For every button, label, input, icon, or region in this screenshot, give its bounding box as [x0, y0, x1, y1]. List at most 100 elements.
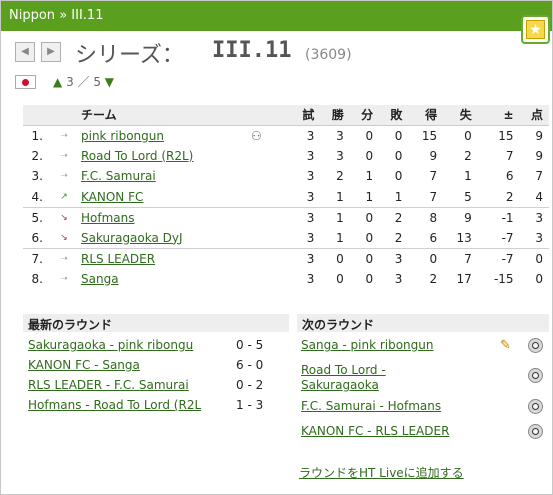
- col-won: 勝: [320, 105, 350, 126]
- draw-cell: 0: [365, 128, 374, 143]
- for-cell: 15: [421, 128, 438, 143]
- latest-match-3[interactable]: RLS LEADER - F.C. Samurai: [28, 378, 189, 392]
- position-cell: 7.: [23, 247, 49, 269]
- col-change: [49, 105, 79, 126]
- position-cell: 8.: [31, 271, 43, 286]
- arrow-down-icon: ↘: [49, 206, 79, 228]
- draw-cell: 0: [365, 148, 374, 163]
- points-cell: 0: [519, 247, 549, 269]
- magnifier-icon[interactable]: [528, 424, 543, 439]
- breadcrumb-country[interactable]: Nippon: [9, 8, 55, 23]
- latest-match-2[interactable]: KANON FC - Sanga: [28, 358, 140, 372]
- favorite-button[interactable]: ★: [521, 15, 550, 44]
- position-cell: 4.: [31, 189, 43, 204]
- breadcrumb-separator: »: [59, 8, 68, 23]
- level-up-icon[interactable]: ▲: [53, 75, 62, 89]
- played-cell: 3: [306, 189, 315, 204]
- col-lost: 敗: [379, 105, 409, 126]
- team-link[interactable]: Sanga: [81, 272, 119, 286]
- next-league-button[interactable]: ▶: [41, 42, 61, 62]
- arrow-right-icon: ➝: [60, 150, 68, 161]
- won-cell: 0: [336, 271, 344, 286]
- level-down-icon[interactable]: ▼: [105, 75, 114, 89]
- team-cell: Sanga: [79, 269, 251, 290]
- add-to-ht-live-link[interactable]: ラウンドをHT Liveに追加する: [299, 464, 464, 481]
- position-cell: 6.: [31, 230, 43, 245]
- against-cell: 17: [456, 271, 472, 286]
- table-row: 3. ➝ F.C. Samurai 3 2 1 0 7 1 6 7: [23, 166, 549, 187]
- col-pts: 点: [519, 105, 549, 126]
- team-cell: RLS LEADER: [79, 247, 251, 269]
- against-cell: 0: [464, 128, 472, 143]
- next-match-2-line2[interactable]: Sakuragaoka: [301, 378, 379, 392]
- for-cell: 2: [429, 271, 438, 286]
- diff-cell: 2: [505, 189, 514, 204]
- next-match-3[interactable]: F.C. Samurai - Hofmans: [301, 399, 441, 413]
- team-link[interactable]: Hofmans: [81, 211, 135, 225]
- league-level: ▲ 3 ／ 5 ▼: [53, 73, 114, 90]
- lost-cell: 0: [394, 169, 403, 184]
- lost-cell: 1: [394, 189, 403, 204]
- next-match-4[interactable]: KANON FC - RLS LEADER: [301, 424, 449, 438]
- table-row: 4. ↗ KANON FC 3 1 1 1 7 5 2 4: [23, 187, 549, 208]
- draw-cell: 0: [349, 247, 380, 269]
- team-cell: KANON FC: [79, 187, 251, 208]
- team-link[interactable]: RLS LEADER: [81, 252, 155, 266]
- lost-cell: 2: [379, 206, 409, 228]
- played-cell: 3: [306, 128, 315, 143]
- pencil-icon[interactable]: ✎: [500, 338, 516, 353]
- diff-cell: -7: [477, 247, 520, 269]
- icon-cell: [251, 146, 291, 167]
- lost-cell: 2: [394, 230, 403, 245]
- latest-match-4[interactable]: Hofmans - Road To Lord (R2L: [28, 398, 201, 412]
- lost-cell: 3: [394, 271, 403, 286]
- arrow-right-icon: ➝: [60, 130, 68, 141]
- won-cell: 1: [336, 230, 344, 245]
- won-cell: 0: [320, 247, 350, 269]
- draw-cell: 1: [365, 189, 374, 204]
- breadcrumb: Nippon » III.11: [1, 1, 552, 31]
- against-cell: 7: [443, 247, 478, 269]
- team-link[interactable]: F.C. Samurai: [81, 169, 156, 183]
- icon-cell: [251, 187, 291, 208]
- breadcrumb-league[interactable]: III.11: [71, 8, 103, 23]
- team-cell: F.C. Samurai: [79, 166, 251, 187]
- latest-match-1[interactable]: Sakuragaoka - pink ribongu: [28, 338, 193, 352]
- position-cell: 2.: [31, 148, 43, 163]
- icon-cell: [251, 228, 291, 249]
- team-link[interactable]: Road To Lord (R2L): [81, 149, 193, 163]
- magnifier-icon[interactable]: [528, 338, 543, 353]
- team-cell: pink ribongun: [79, 125, 251, 146]
- magnifier-icon[interactable]: [528, 368, 543, 383]
- previous-league-button[interactable]: ◀: [15, 42, 35, 62]
- position-cell: 1.: [31, 128, 43, 143]
- latest-score-4: 1 - 3: [236, 398, 264, 412]
- next-round-header: 次のラウンド: [297, 314, 549, 332]
- won-cell: 2: [336, 169, 344, 184]
- points-cell: 4: [535, 189, 543, 204]
- team-link[interactable]: Sakuragaoka DyJ: [81, 231, 183, 245]
- played-cell: 3: [291, 206, 321, 228]
- played-cell: 3: [291, 247, 321, 269]
- table-row: 5. ↘ Hofmans 3 1 0 2 8 9 -1 3: [23, 206, 549, 228]
- team-link[interactable]: pink ribongun: [81, 129, 164, 143]
- for-cell: 6: [429, 230, 438, 245]
- league-panel: Nippon » III.11 ★ ◀ ▶ シリーズ： III.11 (3609…: [0, 0, 553, 495]
- points-cell: 7: [535, 169, 543, 184]
- standings-table: チーム 試 勝 分 敗 得 失 ± 点 1. ➝ pink ribongun ⚇ 3 3 0…: [23, 105, 549, 289]
- team-link[interactable]: KANON FC: [81, 190, 143, 204]
- team-cell: Hofmans: [79, 206, 251, 228]
- star-icon: ★: [526, 20, 545, 39]
- magnifier-icon[interactable]: [528, 399, 543, 414]
- japan-flag-icon[interactable]: [15, 75, 36, 89]
- for-cell: 0: [408, 247, 444, 269]
- won-cell: 3: [336, 128, 344, 143]
- next-match-2-line1[interactable]: Road To Lord -: [301, 363, 386, 377]
- arrow-right-icon: ➝: [49, 247, 79, 269]
- against-cell: 2: [464, 148, 472, 163]
- supporter-icon[interactable]: ⚇: [251, 129, 262, 143]
- next-match-1[interactable]: Sanga - pink ribongun: [301, 338, 434, 352]
- level-text: 3 ／ 5: [66, 75, 101, 89]
- col-draw: 分: [349, 105, 380, 126]
- draw-cell: 0: [365, 230, 374, 245]
